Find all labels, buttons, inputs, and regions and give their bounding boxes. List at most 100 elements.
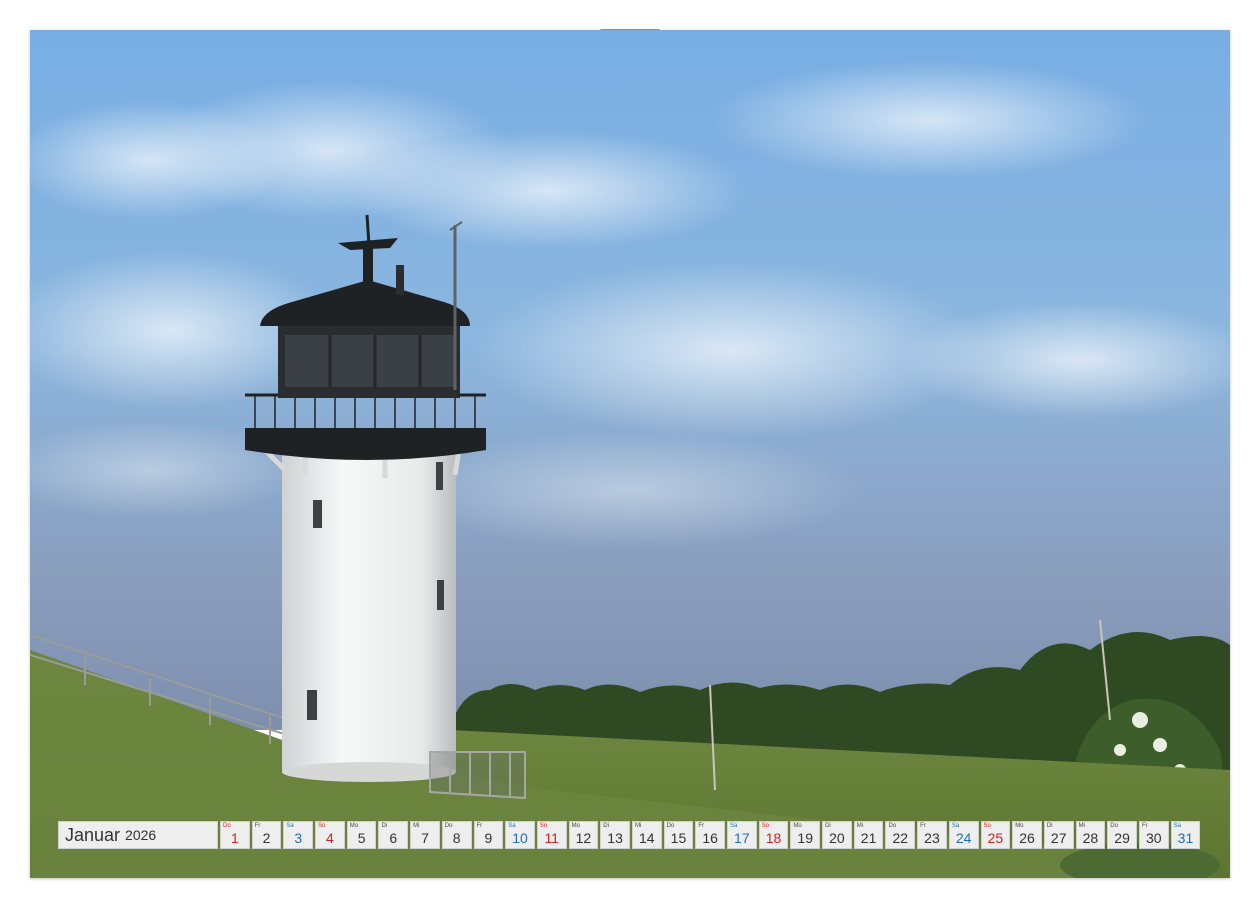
day-cell: Di 13 bbox=[600, 821, 630, 849]
day-cell: Mi 21 bbox=[853, 821, 884, 849]
weekday-abbrev: Di bbox=[603, 823, 609, 829]
day-cell: Do 29 bbox=[1107, 821, 1137, 849]
day-number: 11 bbox=[544, 830, 559, 846]
day-cell: Do 1 bbox=[220, 821, 250, 849]
day-cell: So 11 bbox=[536, 821, 567, 849]
weekday-abbrev: Di bbox=[825, 823, 831, 829]
weekday-abbrev: Do bbox=[444, 823, 453, 829]
day-cell: Sa 24 bbox=[948, 821, 979, 849]
day-number: 21 bbox=[860, 830, 877, 846]
weekday-abbrev: Sa bbox=[730, 823, 738, 829]
weekday-abbrev: Do bbox=[1110, 823, 1118, 829]
day-number: 2 bbox=[262, 830, 271, 846]
wire-enclosure bbox=[429, 751, 526, 800]
weekday-abbrev: Fr bbox=[920, 823, 926, 829]
day-number: 22 bbox=[892, 830, 909, 846]
day-cell: Fr 30 bbox=[1138, 821, 1169, 849]
day-cell: So 18 bbox=[758, 821, 789, 849]
weekday-abbrev: So bbox=[983, 823, 991, 829]
weekday-abbrev: Mi bbox=[413, 823, 420, 829]
calendar-page: Januar 2026 Do 1 Fr 2 Sa 3 So 4 Mo 5 Di 6 Mi 7 Do 8 Fr 9 S… bbox=[30, 30, 1230, 878]
day-cell: Di 6 bbox=[378, 821, 409, 849]
weekday-abbrev: Do bbox=[223, 823, 231, 829]
weekday-abbrev: So bbox=[761, 823, 770, 829]
day-cell: Do 8 bbox=[441, 821, 472, 849]
weekday-abbrev: Fr bbox=[698, 823, 704, 829]
day-number: 19 bbox=[797, 830, 813, 846]
day-number: 18 bbox=[765, 830, 782, 846]
day-cell: Mi 28 bbox=[1075, 821, 1106, 849]
day-number: 14 bbox=[638, 830, 655, 846]
day-number: 23 bbox=[924, 830, 940, 846]
day-number: 24 bbox=[955, 830, 972, 846]
weekday-abbrev: Di bbox=[1046, 823, 1053, 829]
day-number: 5 bbox=[357, 830, 366, 846]
day-cell: Sa 3 bbox=[283, 821, 314, 849]
day-number: 27 bbox=[1050, 830, 1067, 846]
day-number: 15 bbox=[670, 830, 687, 846]
day-cell: Mi 14 bbox=[631, 821, 662, 849]
weekday-abbrev: Mi bbox=[856, 823, 864, 829]
weekday-abbrev: Do bbox=[888, 823, 897, 829]
day-number: 13 bbox=[607, 830, 623, 846]
weekday-abbrev: Fr bbox=[1141, 823, 1148, 829]
weekday-abbrev: Sa bbox=[1173, 823, 1181, 829]
weekday-abbrev: Fr bbox=[476, 823, 483, 829]
day-number: 10 bbox=[512, 830, 528, 846]
day-cell: Do 15 bbox=[663, 821, 694, 849]
day-cell: Fr 16 bbox=[695, 821, 725, 849]
weekday-abbrev: Mi bbox=[634, 823, 642, 829]
day-cell: Fr 2 bbox=[251, 821, 282, 849]
day-cell: Mi 7 bbox=[410, 821, 440, 849]
day-number: 3 bbox=[294, 830, 303, 846]
day-cell: Mo 26 bbox=[1012, 821, 1042, 849]
day-number: 26 bbox=[1019, 830, 1035, 846]
day-number: 7 bbox=[421, 830, 429, 846]
day-number: 6 bbox=[389, 830, 398, 846]
day-cell: Mo 19 bbox=[790, 821, 821, 849]
calendar-strip: Januar 2026 Do 1 Fr 2 Sa 3 So 4 Mo 5 Di 6 Mi 7 Do 8 Fr 9 S… bbox=[58, 821, 1201, 849]
day-cells: Do 1 Fr 2 Sa 3 So 4 Mo 5 Di 6 Mi 7 Do 8 Fr 9 Sa 10 So 11 Mo 12 D… bbox=[220, 821, 1201, 849]
month-name: Januar bbox=[65, 824, 121, 845]
day-number: 1 bbox=[230, 830, 239, 846]
day-number: 9 bbox=[484, 830, 493, 846]
weekday-abbrev: Sa bbox=[508, 823, 516, 829]
day-number: 28 bbox=[1082, 830, 1099, 846]
day-cell: Sa 31 bbox=[1170, 821, 1201, 849]
day-cell: Mo 5 bbox=[346, 821, 377, 849]
day-number: 12 bbox=[575, 830, 592, 846]
weekday-abbrev: Do bbox=[666, 823, 675, 829]
day-cell: Mo 12 bbox=[568, 821, 599, 849]
weekday-abbrev: Fr bbox=[254, 823, 261, 829]
day-number: 31 bbox=[1177, 830, 1194, 846]
weekday-abbrev: Sa bbox=[951, 823, 960, 829]
day-cell: Do 22 bbox=[885, 821, 916, 849]
day-number: 16 bbox=[702, 830, 718, 846]
day-number: 29 bbox=[1114, 830, 1130, 846]
weekday-abbrev: So bbox=[539, 823, 548, 829]
day-cell: So 25 bbox=[980, 821, 1011, 849]
day-cell: So 4 bbox=[315, 821, 345, 849]
day-number: 8 bbox=[452, 830, 461, 846]
weekday-abbrev: Sa bbox=[286, 823, 294, 829]
day-cell: Sa 10 bbox=[505, 821, 535, 849]
day-number: 20 bbox=[829, 830, 845, 846]
weekday-abbrev: Mo bbox=[571, 823, 580, 829]
day-cell: Fr 23 bbox=[917, 821, 947, 849]
day-cell: Sa 17 bbox=[727, 821, 757, 849]
weekday-abbrev: Di bbox=[381, 823, 388, 829]
weekday-abbrev: Mo bbox=[793, 823, 802, 829]
day-number: 4 bbox=[326, 830, 334, 846]
day-cell: Di 20 bbox=[822, 821, 852, 849]
day-number: 25 bbox=[987, 830, 1004, 846]
month-label-cell: Januar 2026 bbox=[58, 821, 218, 849]
day-cell: Di 27 bbox=[1043, 821, 1074, 849]
year-label: 2026 bbox=[125, 827, 157, 843]
lighthouse-photo bbox=[30, 30, 1230, 878]
weekday-abbrev: Mi bbox=[1078, 823, 1085, 829]
weekday-abbrev: Mo bbox=[349, 823, 359, 829]
day-cell: Fr 9 bbox=[473, 821, 504, 849]
day-number: 17 bbox=[734, 830, 750, 846]
day-number: 30 bbox=[1145, 830, 1162, 846]
weekday-abbrev: So bbox=[318, 823, 326, 829]
